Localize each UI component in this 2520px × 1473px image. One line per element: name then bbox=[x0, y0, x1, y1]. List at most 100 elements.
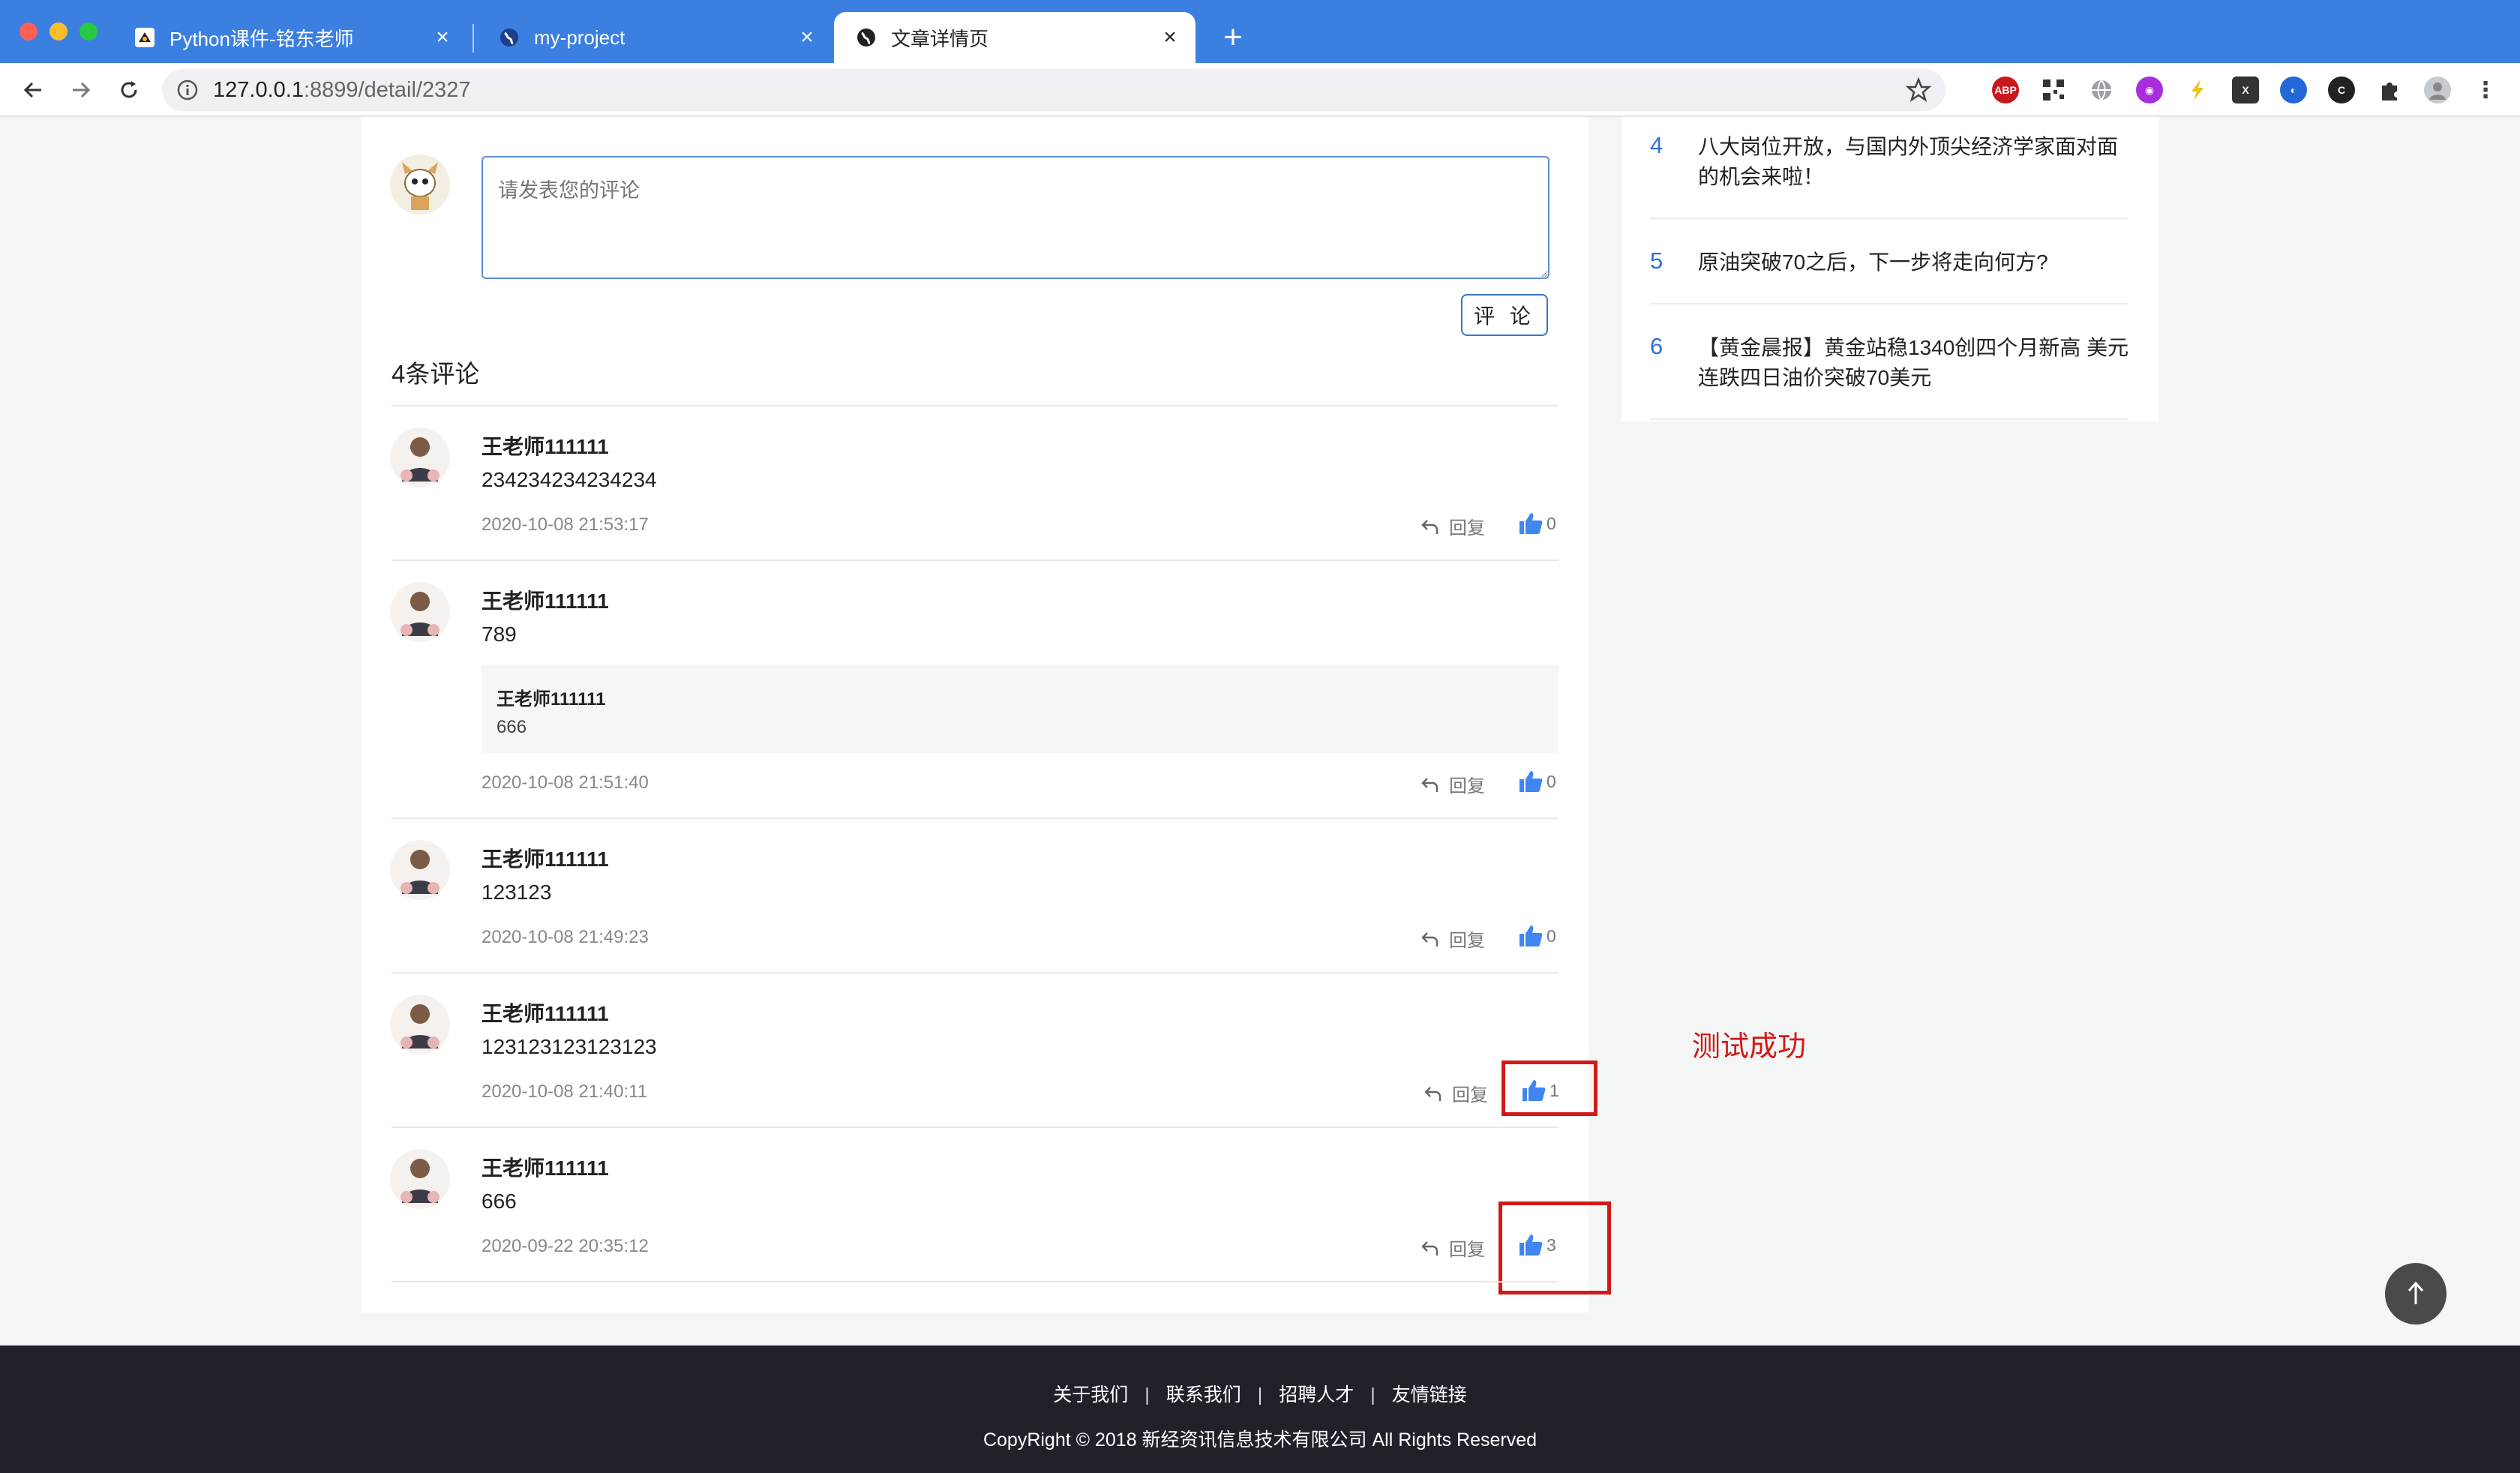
tab-python-course[interactable]: Python课件-铭东老师 × bbox=[112, 12, 468, 63]
comment-author: 王老师111111 bbox=[482, 435, 609, 458]
tab-article-detail[interactable]: 文章详情页 × bbox=[834, 12, 1196, 63]
comment-avatar bbox=[390, 994, 450, 1054]
site-info-icon[interactable] bbox=[176, 78, 200, 102]
x-extension-icon[interactable]: X bbox=[2232, 76, 2259, 104]
reply-text: 666 bbox=[496, 717, 527, 737]
tab-close-icon[interactable]: × bbox=[792, 25, 822, 50]
comment-time: 2020-09-22 20:35:12 bbox=[482, 1236, 649, 1256]
divider bbox=[392, 818, 1558, 819]
reply-arrow-icon bbox=[1421, 519, 1438, 534]
lightning-extension-icon[interactable] bbox=[2184, 76, 2211, 104]
window-minimize-button[interactable] bbox=[50, 22, 68, 40]
profile-avatar-icon[interactable] bbox=[2424, 76, 2451, 104]
tab-title: Python课件-铭东老师 bbox=[170, 27, 354, 50]
reply-button[interactable]: 回复 bbox=[1420, 771, 1485, 797]
tab-my-project[interactable]: my-project × bbox=[477, 12, 832, 63]
comment-author: 王老师111111 bbox=[482, 1002, 609, 1025]
adblock-extension-icon[interactable]: ABP bbox=[1992, 76, 2019, 104]
divider bbox=[392, 405, 1558, 406]
news-rank: 4 bbox=[1650, 132, 1664, 158]
reload-icon[interactable] bbox=[111, 72, 147, 108]
reply-button[interactable]: 回复 bbox=[1420, 926, 1485, 952]
comment-avatar bbox=[390, 1149, 450, 1209]
browser-tab-bar: Python课件-铭东老师 × my-project × 文章详情页 × + bbox=[0, 0, 2520, 63]
divider bbox=[1650, 303, 2128, 304]
comment-input[interactable] bbox=[482, 156, 1550, 279]
thumbs-up-icon bbox=[1520, 771, 1543, 792]
tab-title: my-project bbox=[534, 26, 626, 49]
comment-author: 王老师111111 bbox=[482, 848, 609, 871]
new-tab-button[interactable]: + bbox=[1212, 16, 1254, 58]
comment-author: 王老师111111 bbox=[482, 590, 609, 613]
footer-separator: | bbox=[1370, 1384, 1376, 1406]
footer-link-about[interactable]: 关于我们 bbox=[1053, 1380, 1128, 1407]
browser-toolbar: 127.0.0.1:8899/detail/2327 ABP ◉ X ◐ C ⋮ bbox=[0, 63, 2520, 117]
comment-text: 234234234234234 bbox=[482, 468, 657, 491]
comment-text: 123123123123123 bbox=[482, 1035, 657, 1058]
globe-icon bbox=[498, 26, 520, 49]
like-button[interactable]: 0 bbox=[1518, 924, 1556, 948]
site-favicon-icon bbox=[134, 26, 156, 49]
window-zoom-button[interactable] bbox=[80, 22, 98, 40]
divider bbox=[392, 1281, 1558, 1282]
translate-extension-icon[interactable] bbox=[2088, 76, 2115, 104]
footer-separator: | bbox=[1144, 1384, 1150, 1406]
reply-author: 王老师111111 bbox=[496, 689, 606, 710]
success-annotation: 测试成功 bbox=[1692, 1031, 1807, 1063]
tab-divider bbox=[472, 24, 474, 52]
comment-avatar bbox=[390, 840, 450, 900]
comment-time: 2020-10-08 21:40:11 bbox=[482, 1082, 648, 1102]
tab-close-icon[interactable]: × bbox=[1155, 25, 1185, 50]
comment-avatar bbox=[390, 582, 450, 642]
current-user-avatar bbox=[390, 154, 450, 214]
reply-button[interactable]: 回复 bbox=[1420, 513, 1485, 539]
c-extension-icon[interactable]: C bbox=[2328, 76, 2355, 104]
divider bbox=[1650, 418, 2128, 420]
thumbs-up-icon bbox=[1520, 926, 1543, 946]
footer-links: 关于我们 | 联系我们 | 招聘人才 | 友情链接 bbox=[0, 1380, 2520, 1407]
quoted-reply: 王老师111111 666 bbox=[482, 664, 1558, 753]
news-rank: 5 bbox=[1650, 248, 1664, 274]
comment-submit-button[interactable]: 评 论 bbox=[1461, 294, 1548, 336]
footer-link-friends[interactable]: 友情链接 bbox=[1392, 1380, 1467, 1407]
back-arrow-icon[interactable] bbox=[15, 72, 51, 108]
puzzle-extensions-icon[interactable] bbox=[2376, 76, 2403, 104]
back-to-top-button[interactable] bbox=[2385, 1263, 2446, 1324]
comment-time: 2020-10-08 21:51:40 bbox=[482, 772, 649, 793]
comment-text: 666 bbox=[482, 1190, 517, 1213]
url-text: 127.0.0.1:8899/detail/2327 bbox=[213, 77, 471, 102]
news-title[interactable]: 原油突破70之后，下一步将走向何方? bbox=[1698, 248, 2133, 278]
purple-extension-icon[interactable]: ◉ bbox=[2136, 76, 2163, 104]
reply-button[interactable]: 回复 bbox=[1424, 1080, 1488, 1106]
footer-link-contact[interactable]: 联系我们 bbox=[1166, 1380, 1241, 1407]
divider bbox=[392, 972, 1558, 974]
thumbs-up-icon bbox=[1520, 513, 1543, 534]
footer-copyright: CopyRight © 2018 新经资讯信息技术有限公司 All Rights… bbox=[982, 1430, 1538, 1450]
comment-author: 王老师111111 bbox=[482, 1156, 609, 1180]
qrcode-extension-icon[interactable] bbox=[2040, 76, 2067, 104]
highlight-box bbox=[1502, 1060, 1598, 1116]
comment-time: 2020-10-08 21:49:23 bbox=[482, 927, 649, 947]
comment-text: 123123 bbox=[482, 880, 552, 904]
comment-count-title: 4条评论 bbox=[392, 360, 480, 388]
comment-time: 2020-10-08 21:53:17 bbox=[482, 514, 649, 535]
news-title[interactable]: 【黄金晨报】黄金站稳1340创四个月新高 美元连跌四日油价突破70美元 bbox=[1698, 333, 2133, 393]
forward-arrow-icon[interactable] bbox=[63, 72, 99, 108]
window-close-button[interactable] bbox=[20, 22, 38, 40]
reply-arrow-icon bbox=[1421, 777, 1438, 792]
reply-button[interactable]: 回复 bbox=[1420, 1234, 1485, 1261]
bookmark-star-icon[interactable] bbox=[1905, 76, 1932, 104]
news-title[interactable]: 八大岗位开放，与国内外顶尖经济学家面对面的机会来啦！ bbox=[1698, 132, 2133, 192]
news-rank: 6 bbox=[1650, 333, 1664, 359]
footer-link-jobs[interactable]: 招聘人才 bbox=[1279, 1380, 1354, 1407]
browser-menu-icon[interactable]: ⋮ bbox=[2472, 76, 2499, 104]
tab-close-icon[interactable]: × bbox=[428, 25, 458, 50]
comment-text: 789 bbox=[482, 622, 517, 646]
divider bbox=[1650, 218, 2128, 219]
reply-arrow-icon bbox=[1421, 1240, 1438, 1256]
dual-extension-icon[interactable]: ◐ bbox=[2280, 76, 2307, 104]
like-button[interactable]: 0 bbox=[1518, 512, 1556, 536]
address-bar[interactable]: 127.0.0.1:8899/detail/2327 bbox=[162, 69, 1946, 111]
globe-icon bbox=[855, 26, 878, 49]
like-button[interactable]: 0 bbox=[1518, 770, 1556, 794]
